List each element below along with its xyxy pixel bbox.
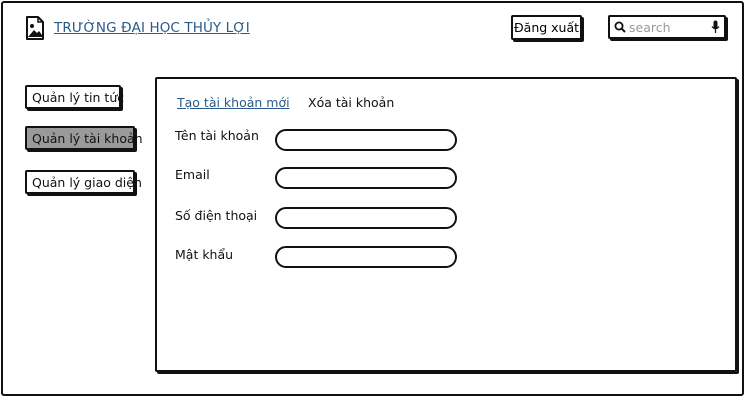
username-label: Tên tài khoản — [175, 128, 259, 143]
site-brand[interactable]: TRƯỜNG ĐẠI HỌC THỦY LỢI — [25, 16, 250, 40]
sidebar-item-accounts[interactable]: Quản lý tài khoản — [25, 126, 143, 150]
search-box[interactable] — [608, 15, 726, 39]
microphone-icon[interactable] — [711, 20, 720, 34]
email-label: Email — [175, 167, 210, 182]
tab-create-account[interactable]: Tạo tài khoản mới — [177, 95, 290, 110]
logout-button[interactable]: Đăng xuất — [511, 15, 582, 40]
search-input[interactable] — [629, 19, 707, 35]
username-field[interactable] — [275, 129, 457, 151]
phone-label: Số điện thoại — [175, 208, 258, 223]
sidebar-item-interface[interactable]: Quản lý giao diện — [25, 170, 142, 194]
image-file-icon — [26, 16, 44, 40]
tab-delete-account[interactable]: Xóa tài khoản — [308, 95, 394, 110]
phone-field[interactable] — [275, 207, 457, 229]
site-title[interactable]: TRƯỜNG ĐẠI HỌC THỦY LỢI — [54, 20, 250, 36]
password-label: Mật khẩu — [175, 247, 234, 262]
search-icon — [614, 21, 626, 33]
sidebar-item-news[interactable]: Quản lý tin tức — [25, 85, 124, 109]
password-field[interactable] — [275, 246, 457, 268]
email-field[interactable] — [275, 167, 457, 189]
